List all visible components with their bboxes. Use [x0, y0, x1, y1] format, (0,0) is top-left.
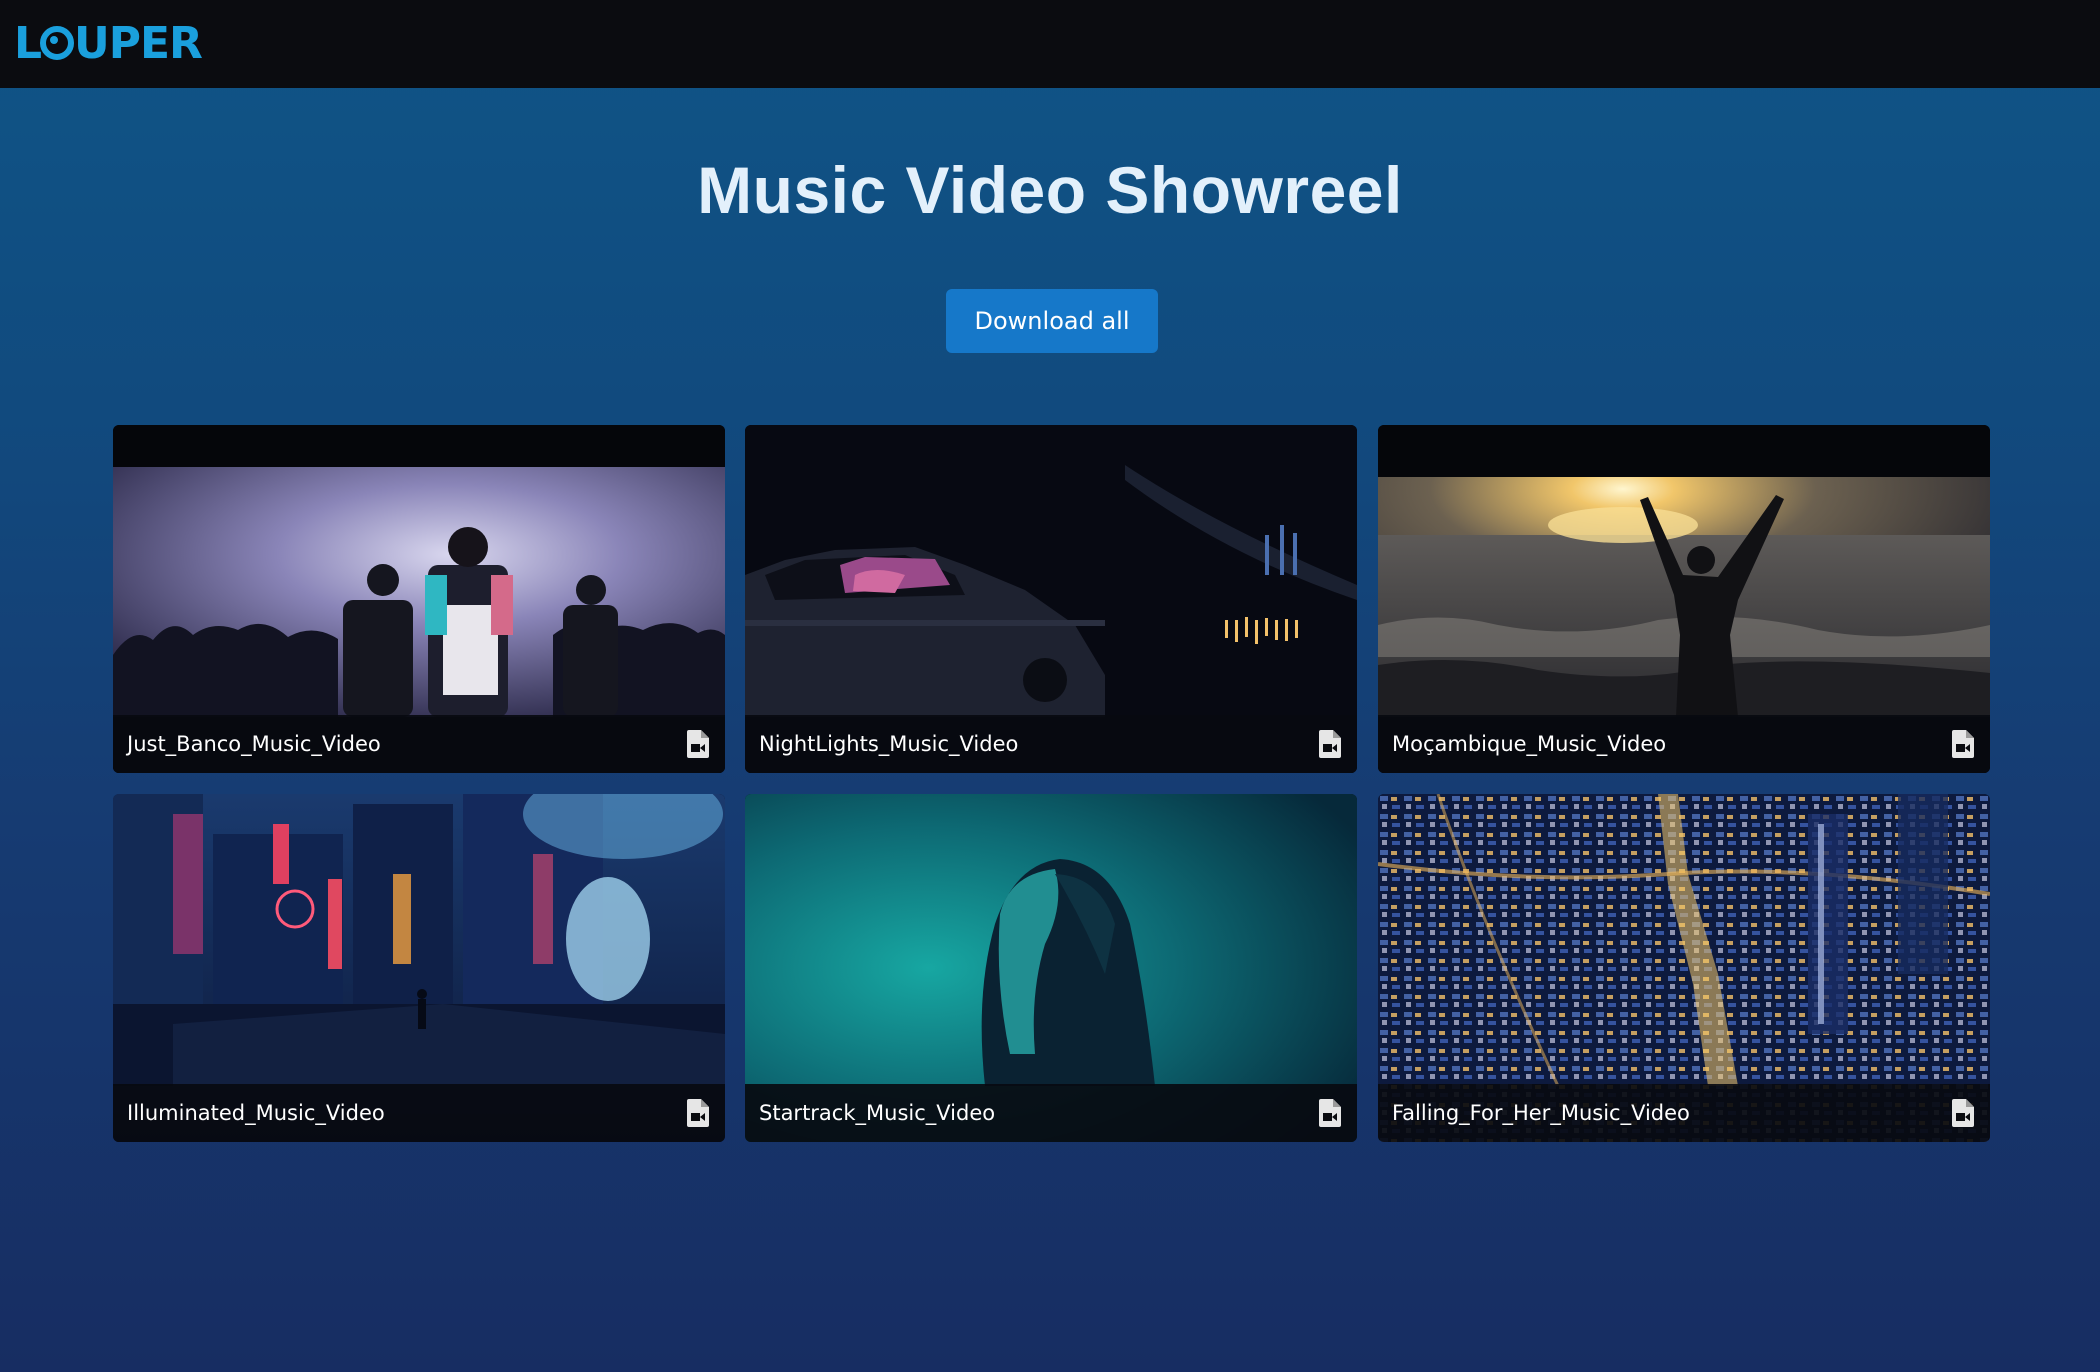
video-card[interactable]: Illuminated_Music_Video [113, 794, 725, 1142]
video-file-icon[interactable] [1319, 1099, 1341, 1127]
page-title: Music Video Showreel [697, 153, 1403, 227]
video-card[interactable]: Moçambique_Music_Video [1378, 425, 1990, 773]
svg-text:L: L [14, 18, 41, 64]
video-caption: Moçambique_Music_Video [1378, 715, 1990, 773]
video-caption: Just_Banco_Music_Video [113, 715, 725, 773]
download-all-button[interactable]: Download all [946, 289, 1158, 353]
video-file-icon[interactable] [1952, 730, 1974, 758]
video-caption: Illuminated_Music_Video [113, 1084, 725, 1142]
video-title: NightLights_Music_Video [759, 732, 1019, 756]
video-card[interactable]: Startrack_Music_Video [745, 794, 1357, 1142]
video-file-icon[interactable] [687, 730, 709, 758]
video-file-icon[interactable] [1319, 730, 1341, 758]
video-file-icon[interactable] [687, 1099, 709, 1127]
video-caption: NightLights_Music_Video [745, 715, 1357, 773]
video-card[interactable]: Just_Banco_Music_Video [113, 425, 725, 773]
svg-text:UPER: UPER [74, 18, 202, 64]
video-caption: Startrack_Music_Video [745, 1084, 1357, 1142]
video-title: Moçambique_Music_Video [1392, 732, 1667, 756]
video-caption: Falling_For_Her_Music_Video [1378, 1084, 1990, 1142]
video-card[interactable]: Falling_For_Her_Music_Video [1378, 794, 1990, 1142]
video-title: Illuminated_Music_Video [127, 1101, 385, 1125]
video-title: Falling_For_Her_Music_Video [1392, 1101, 1690, 1125]
louper-logo-mark: L UPER [14, 18, 203, 64]
video-title: Startrack_Music_Video [759, 1101, 996, 1125]
top-bar: L UPER [0, 0, 2100, 88]
video-card[interactable]: NightLights_Music_Video [745, 425, 1357, 773]
louper-logo[interactable]: L UPER [14, 18, 204, 64]
video-title: Just_Banco_Music_Video [127, 732, 381, 756]
video-file-icon[interactable] [1952, 1099, 1974, 1127]
